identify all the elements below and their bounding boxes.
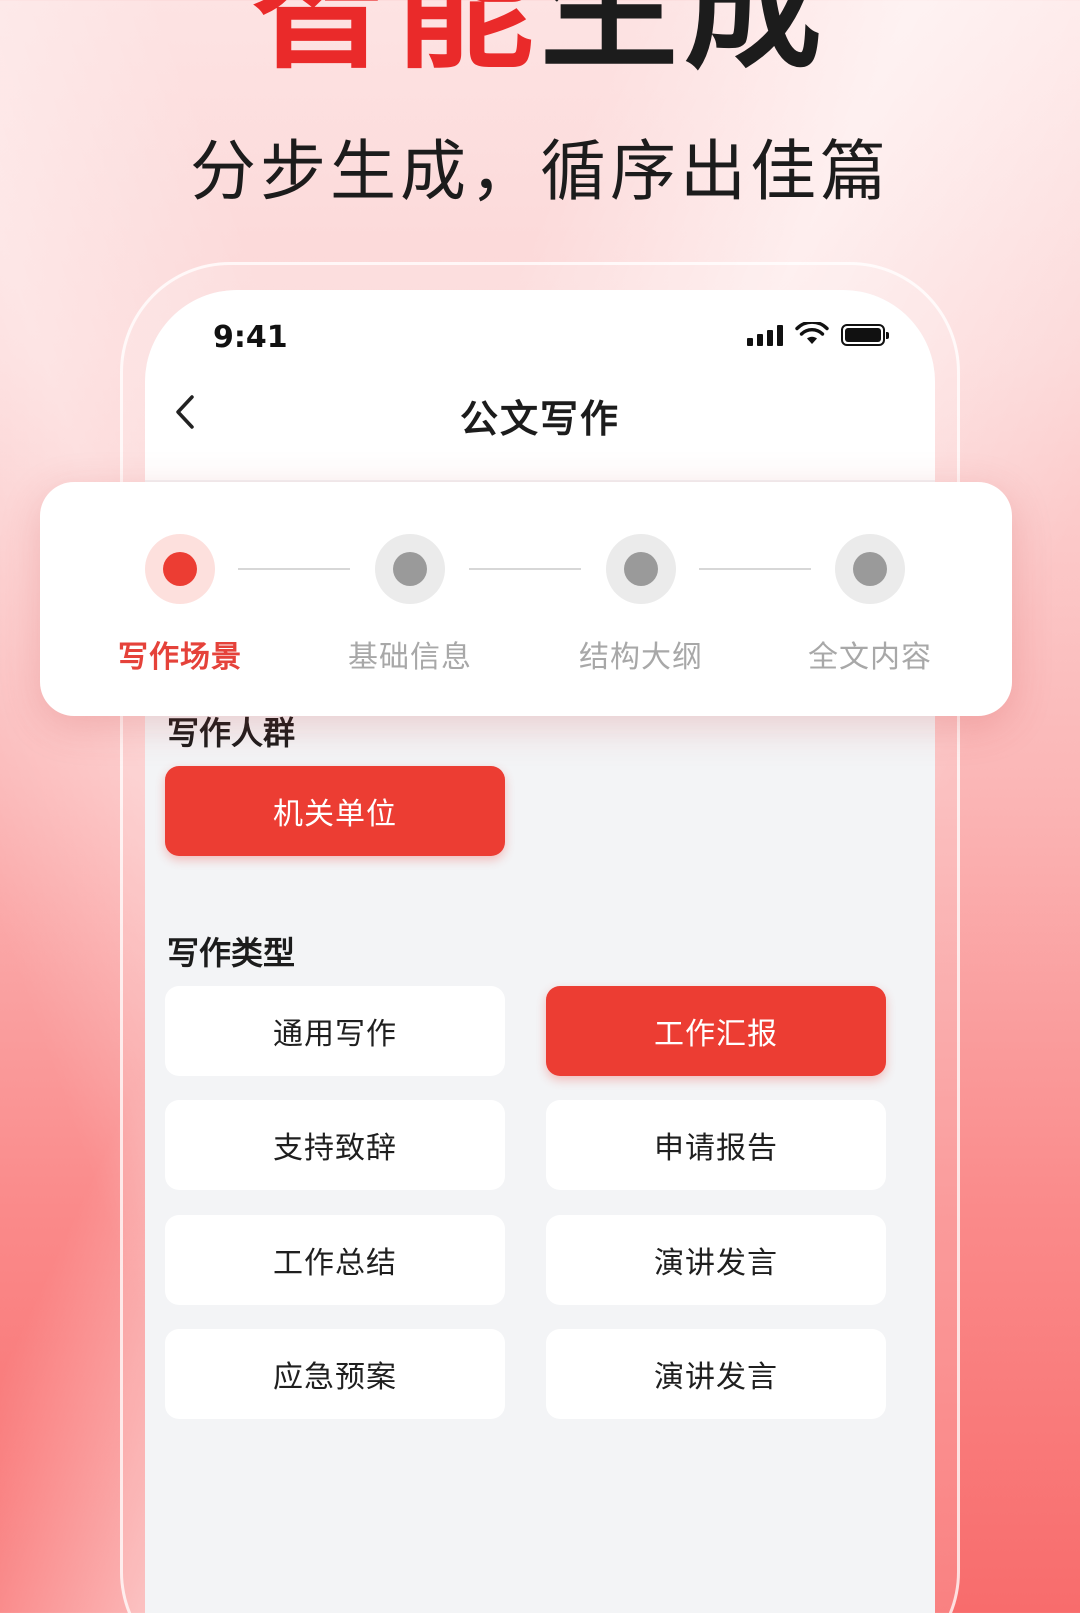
app-header: 9:41 公文写作 [145, 290, 935, 480]
type-option-speech-support[interactable]: 支持致辞 [165, 1100, 505, 1190]
type-option-emergency-plan[interactable]: 应急预案 [165, 1329, 505, 1419]
type-option-speech-2[interactable]: 演讲发言 [546, 1329, 886, 1419]
step-outline[interactable]: 结构大纲 [541, 534, 741, 676]
status-time: 9:41 [213, 320, 288, 355]
type-option-general[interactable]: 通用写作 [165, 986, 505, 1076]
step-indicator [145, 534, 215, 604]
hero-title-rest: 生成 [540, 0, 829, 88]
step-indicator [606, 534, 676, 604]
step-label: 写作场景 [118, 640, 242, 675]
page-title: 公文写作 [459, 397, 620, 441]
type-section-label: 写作类型 [167, 934, 296, 972]
hero-subtitle: 分步生成，循序出佳篇 [190, 133, 890, 210]
hero-title-accent: 智能 [251, 0, 540, 88]
step-scene[interactable]: 写作场景 [80, 534, 280, 676]
step-label: 结构大纲 [579, 640, 703, 675]
type-option-application[interactable]: 申请报告 [546, 1100, 886, 1190]
steps-progress-card: 写作场景 基础信息 结构大纲 全文内容 [40, 482, 1012, 716]
step-basic-info[interactable]: 基础信息 [310, 534, 510, 676]
type-option-speech[interactable]: 演讲发言 [546, 1215, 886, 1305]
cellular-signal-icon [747, 324, 783, 346]
audience-option-jiguan[interactable]: 机关单位 [165, 766, 505, 856]
wifi-icon [795, 322, 829, 344]
step-indicator [835, 534, 905, 604]
status-icons [747, 322, 889, 346]
hero-title: 智能生成 [0, 0, 1080, 78]
type-option-work-report[interactable]: 工作汇报 [546, 986, 886, 1076]
battery-icon [841, 324, 889, 346]
type-option-work-summary[interactable]: 工作总结 [165, 1215, 505, 1305]
step-label: 基础信息 [348, 640, 472, 675]
step-indicator [375, 534, 445, 604]
step-full-content[interactable]: 全文内容 [770, 534, 970, 676]
step-label: 全文内容 [808, 640, 932, 675]
